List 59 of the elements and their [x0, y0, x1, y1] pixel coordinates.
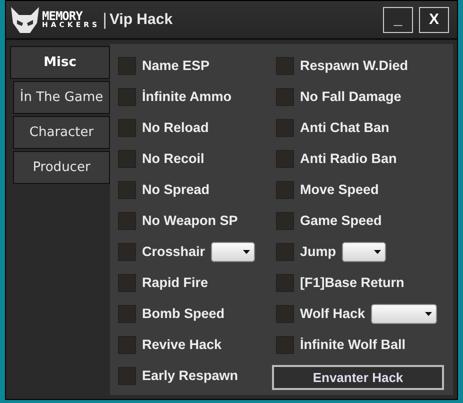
checkbox[interactable] [276, 88, 294, 106]
checkbox[interactable] [118, 180, 136, 198]
checkbox[interactable] [276, 336, 294, 354]
title-separator: | [102, 10, 108, 29]
checkbox[interactable] [118, 212, 136, 230]
dropdown[interactable] [371, 304, 438, 324]
option-label: Respawn W.Died [300, 58, 408, 73]
checkbox[interactable] [118, 274, 136, 292]
option-label: Anti Chat Ban [300, 120, 390, 135]
checkbox[interactable] [276, 180, 294, 198]
minimize-button[interactable]: _ [383, 6, 413, 32]
option-label: İnfinite Ammo [142, 89, 232, 104]
logo-text: MEMORY [42, 10, 83, 22]
option-label: Early Respawn [142, 368, 238, 383]
checkbox[interactable] [276, 304, 294, 322]
option-label: Revive Hack [142, 337, 222, 352]
close-button[interactable]: X [419, 6, 449, 32]
checkbox[interactable] [118, 304, 136, 322]
window-title: Vip Hack [109, 11, 173, 28]
checkbox[interactable] [118, 56, 136, 74]
caret-icon [243, 250, 250, 254]
option-label: [F1]Base Return [300, 275, 404, 290]
envanter-button[interactable]: Envanter Hack [272, 364, 444, 390]
checkbox[interactable] [276, 56, 294, 74]
checkbox[interactable] [276, 150, 294, 168]
caret-icon [425, 312, 432, 316]
option-label: Rapid Fire [142, 275, 208, 290]
option-label: No Spread [142, 182, 210, 197]
checkbox[interactable] [118, 118, 136, 136]
checkbox[interactable] [118, 336, 136, 354]
caret-icon [374, 250, 382, 254]
option-label: No Weapon SP [142, 213, 238, 228]
checkbox[interactable] [118, 88, 136, 106]
sidebar-tab[interactable]: Misc [10, 46, 110, 79]
checkbox[interactable] [118, 366, 136, 384]
sidebar-tab[interactable]: İn The Game [13, 81, 110, 114]
option-label: Bomb Speed [142, 306, 225, 321]
option-label: Jump [300, 244, 336, 259]
checkbox[interactable] [276, 118, 294, 136]
checkbox[interactable] [118, 242, 136, 260]
checkbox[interactable] [276, 212, 294, 230]
mask-logo-icon [10, 4, 40, 34]
sidebar-tab[interactable]: Producer [13, 151, 110, 184]
checkbox[interactable] [276, 242, 294, 260]
option-label: Anti Radio Ban [300, 151, 397, 166]
checkbox[interactable] [118, 150, 136, 168]
option-label: Name ESP [142, 58, 210, 73]
option-label: İnfinite Wolf Ball [300, 337, 406, 352]
option-label: Game Speed [300, 213, 382, 228]
option-label: Wolf Hack [300, 306, 366, 321]
sidebar-tab[interactable]: Character [13, 116, 110, 149]
option-label: Crosshair [142, 244, 206, 259]
checkbox[interactable] [276, 274, 294, 292]
option-label: Move Speed [300, 182, 379, 197]
option-label: No Fall Damage [300, 89, 402, 104]
dropdown[interactable] [342, 242, 386, 262]
dropdown[interactable] [211, 242, 256, 262]
option-label: No Recoil [142, 151, 204, 166]
option-label: No Reload [142, 120, 209, 135]
